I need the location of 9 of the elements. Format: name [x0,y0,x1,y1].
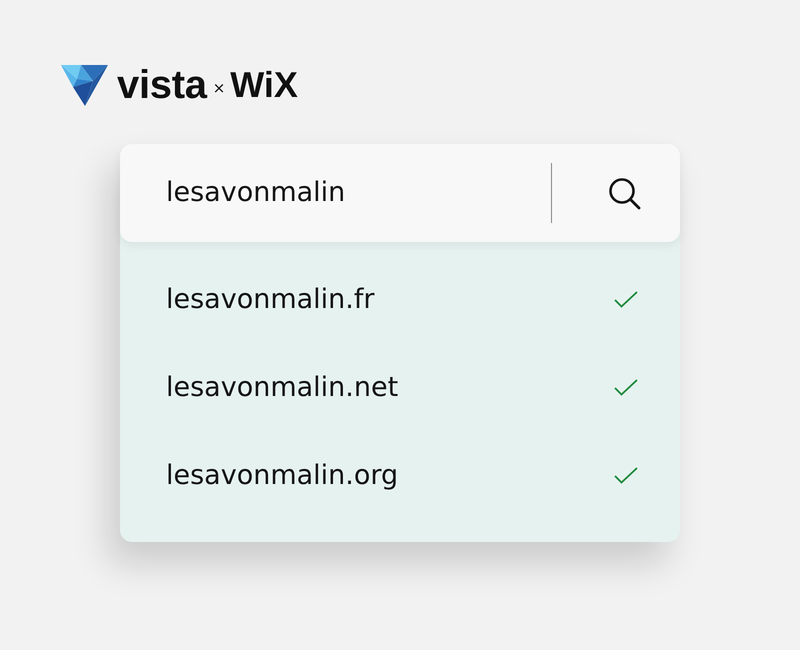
domain-result[interactable]: lesavonmalin.org [166,459,614,493]
logo-separator: × [212,80,226,96]
domain-result[interactable]: lesavonmalin.net [166,371,614,405]
domain-result[interactable]: lesavonmalin.fr [166,283,614,317]
search-field[interactable]: lesavonmalin [166,176,551,210]
logo-triangle-icon [61,64,108,106]
logo-partner-wordmark: WiX [230,64,298,106]
search-icon [608,176,640,210]
logo-wordmark: vista [117,64,207,106]
